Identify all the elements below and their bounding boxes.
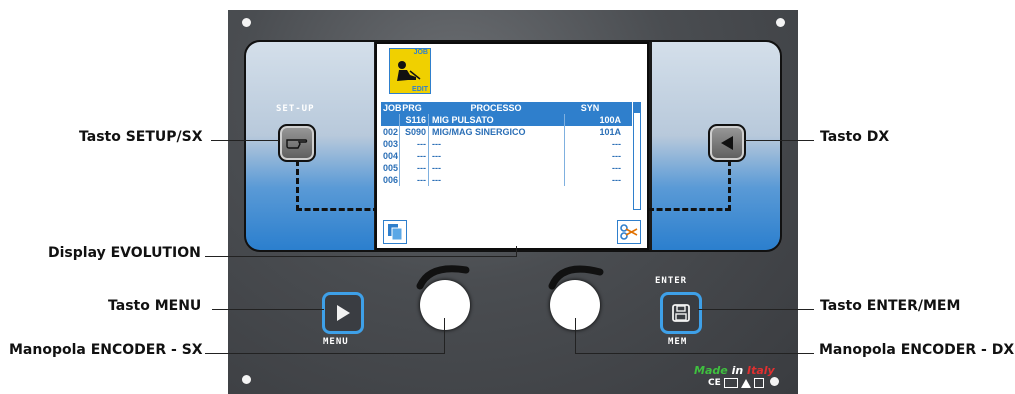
cell-processo: MIG PULSATO <box>429 114 565 126</box>
leader-encoder-sx <box>205 353 445 354</box>
table-scrollbar[interactable] <box>633 102 641 210</box>
edit-icon-label: EDIT <box>412 86 428 93</box>
made-in-italy-badge: Made in Italy <box>694 364 775 377</box>
menu-button[interactable] <box>322 292 364 334</box>
table-header: JOB PRG PROCESSO SYN <box>381 102 632 114</box>
left-arrow-icon <box>721 136 733 150</box>
dx-button[interactable] <box>708 124 746 162</box>
leader-display <box>205 256 517 257</box>
italy-text: Italy <box>747 364 775 377</box>
callout-encoder-dx: Manopola ENCODER - DX <box>819 342 1015 358</box>
table-row[interactable]: 003 --- --- --- <box>381 138 632 150</box>
cut-button[interactable] <box>617 220 641 244</box>
warning-icon <box>740 378 751 388</box>
setup-connector-line <box>296 160 379 211</box>
cell-syn: 101A <box>599 127 621 137</box>
made-text: Made <box>694 364 728 377</box>
panel-screw <box>776 18 785 27</box>
in-text: in <box>731 364 744 377</box>
cell-processo: --- <box>429 138 565 150</box>
cell-prg: --- <box>400 138 429 150</box>
cell-job: 006 <box>383 174 400 186</box>
panel-screw <box>770 377 779 386</box>
cell-syn: 100A <box>599 115 621 125</box>
manual-icon <box>723 378 738 388</box>
cell-syn: --- <box>612 163 621 173</box>
leader-dx <box>744 140 814 141</box>
table-row[interactable]: S116 MIG PULSATO 100A <box>381 114 632 126</box>
callout-encoder-sx: Manopola ENCODER - SX <box>9 342 203 358</box>
setup-plate-label: SET-UP <box>276 104 315 114</box>
header-syn: SYN <box>580 103 600 113</box>
job-icon-label: JOB <box>413 49 428 56</box>
display-evolution-screen: JOB EDIT JOB PRG PROCESSO SYN S116 MIG PU… <box>375 42 649 250</box>
table-row[interactable]: 004 --- --- --- <box>381 150 632 162</box>
header-prg: PRG <box>402 103 422 113</box>
cell-job <box>381 114 400 126</box>
callout-menu: Tasto MENU <box>108 298 202 314</box>
mem-plate-label: MEM <box>668 337 688 347</box>
scrollbar-thumb[interactable] <box>634 103 640 113</box>
cell-job: 004 <box>383 150 400 162</box>
scissors-icon <box>620 224 638 240</box>
info-icon <box>753 378 764 388</box>
header-job: JOB <box>383 103 402 113</box>
callout-setup: Tasto SETUP/SX <box>79 129 203 145</box>
dx-connector-line <box>648 160 731 211</box>
menu-plate-label: MENU <box>323 337 349 347</box>
leader-setup <box>211 140 279 141</box>
cell-processo: MIG/MAG SINERGICO <box>429 126 565 138</box>
table-row[interactable]: 002 S090 MIG/MAG SINERGICO 101A <box>381 126 632 138</box>
cell-syn: --- <box>612 175 621 185</box>
leader-encoder-dx <box>575 353 814 354</box>
encoder-sx-knob[interactable] <box>420 280 470 330</box>
callout-dx: Tasto DX <box>820 129 890 145</box>
cell-processo: --- <box>429 150 565 162</box>
cell-prg: S116 <box>400 114 429 126</box>
cell-prg: --- <box>400 174 429 186</box>
leader-menu <box>212 309 324 310</box>
cell-prg: S090 <box>400 126 429 138</box>
callout-enter-mem: Tasto ENTER/MEM <box>820 298 961 314</box>
welder-icon <box>397 61 421 81</box>
cell-processo: --- <box>429 174 565 186</box>
table-row[interactable]: 005 --- --- --- <box>381 162 632 174</box>
leader-encoder-dx-riser <box>575 318 576 354</box>
copy-button[interactable] <box>383 220 407 244</box>
table-row[interactable]: 006 --- --- --- <box>381 174 632 186</box>
leader-encoder-sx-riser <box>444 318 445 354</box>
panel-screw <box>242 18 251 27</box>
setup-button[interactable] <box>278 124 316 162</box>
cell-job: 005 <box>383 162 400 174</box>
header-processo: PROCESSO <box>470 103 522 113</box>
panel-screw <box>242 375 251 384</box>
cell-syn: --- <box>612 151 621 161</box>
job-table: JOB PRG PROCESSO SYN S116 MIG PULSATO 100A… <box>381 102 632 186</box>
enter-plate-label: ENTER <box>655 276 688 286</box>
enter-mem-button[interactable] <box>660 292 702 334</box>
leader-enter-mem <box>698 309 814 310</box>
cell-prg: --- <box>400 150 429 162</box>
hand-pointer-icon <box>286 139 308 149</box>
floppy-disk-icon <box>672 304 690 322</box>
cell-job: 003 <box>383 138 400 150</box>
ce-mark: CE <box>708 378 721 388</box>
cell-syn: --- <box>612 139 621 149</box>
callout-display: Display EVOLUTION <box>48 245 201 261</box>
cell-prg: --- <box>400 162 429 174</box>
job-edit-icon[interactable]: JOB EDIT <box>389 48 431 94</box>
cell-job: 002 <box>383 126 400 138</box>
leader-display-riser <box>516 246 517 257</box>
play-icon <box>337 305 350 321</box>
cell-processo: --- <box>429 162 565 174</box>
certification-marks: CE <box>708 378 764 388</box>
copy-icon <box>388 224 403 241</box>
